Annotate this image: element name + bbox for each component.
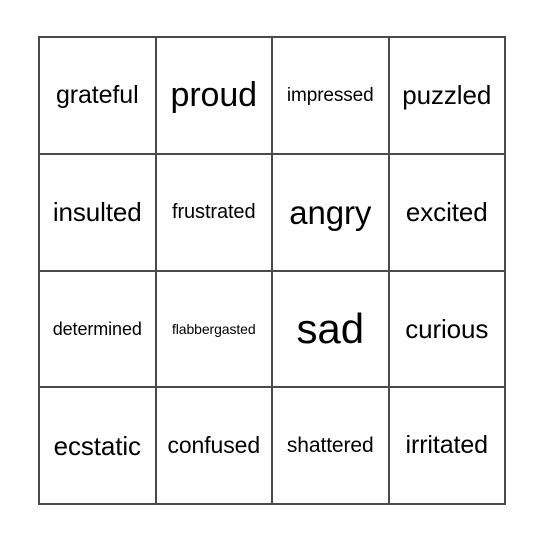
bingo-cell[interactable]: sad (273, 271, 390, 389)
bingo-cell[interactable]: proud (156, 38, 273, 155)
bingo-cell[interactable]: grateful (40, 38, 157, 155)
bingo-cell-label: determined (52, 318, 142, 339)
bingo-cell-label: proud (170, 76, 258, 115)
bingo-cell-label: excited (405, 197, 488, 228)
bingo-card-root: grateful proud impressed puzzled insulte… (0, 0, 544, 544)
bingo-cell-label: curious (405, 313, 489, 344)
bingo-cell-label: sad (296, 304, 365, 352)
bingo-cell-label: ecstatic (53, 430, 141, 461)
bingo-cell-label: puzzled (402, 80, 492, 111)
bingo-cell-label: insulted (52, 197, 142, 228)
bingo-cell[interactable]: ecstatic (40, 388, 157, 505)
bingo-cell-label: impressed (286, 84, 374, 106)
bingo-cell[interactable]: shattered (273, 388, 390, 505)
bingo-cell-label: grateful (55, 80, 139, 109)
bingo-cell[interactable]: impressed (273, 38, 390, 155)
bingo-cell-label: angry (289, 193, 372, 231)
bingo-cell-label: irritated (405, 431, 489, 460)
bingo-cell[interactable]: irritated (389, 388, 506, 505)
bingo-cell[interactable]: flabbergasted (156, 271, 273, 389)
bingo-cell-label: shattered (286, 434, 374, 458)
bingo-cell-label: frustrated (172, 201, 256, 224)
bingo-cell[interactable]: puzzled (389, 38, 506, 155)
bingo-cell-label: flabbergasted (171, 320, 256, 337)
bingo-cell[interactable]: excited (389, 154, 506, 272)
bingo-cell[interactable]: angry (273, 154, 390, 272)
bingo-cell[interactable]: confused (156, 388, 273, 505)
bingo-cell[interactable]: curious (389, 271, 506, 389)
bingo-cell[interactable]: frustrated (156, 154, 273, 272)
bingo-cell[interactable]: insulted (40, 154, 157, 272)
bingo-cell-label: confused (167, 432, 261, 459)
bingo-cell[interactable]: determined (40, 271, 157, 389)
bingo-grid: grateful proud impressed puzzled insulte… (38, 36, 506, 505)
